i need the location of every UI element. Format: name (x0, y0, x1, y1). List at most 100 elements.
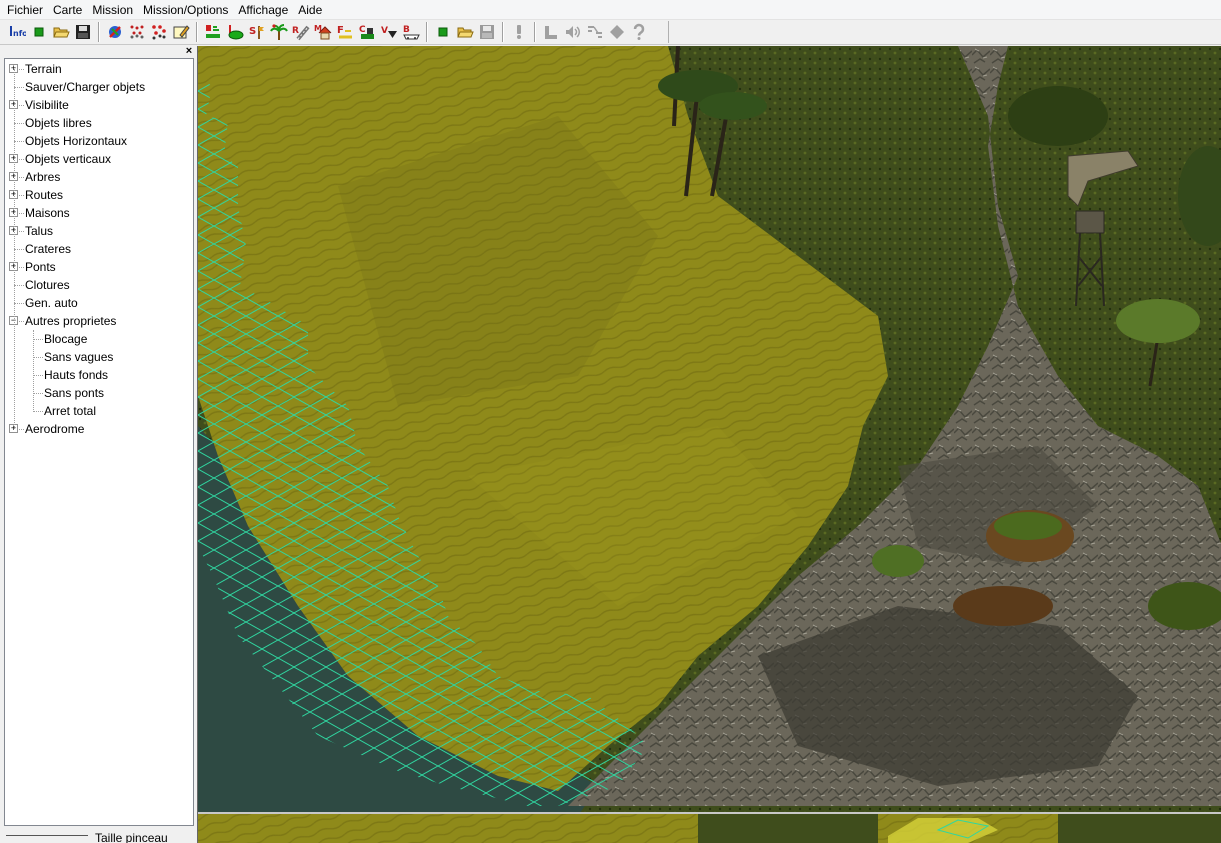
tool-6-button[interactable] (224, 21, 246, 43)
tree-item[interactable]: Objets libres (5, 114, 193, 132)
tree-item-label: Objets verticaux (25, 152, 112, 166)
tree-item[interactable]: + Ponts (5, 258, 193, 276)
map-canvas[interactable] (198, 46, 1221, 843)
map-tool-icon (109, 26, 121, 38)
menu-fichier[interactable]: Fichier (2, 0, 48, 20)
road-icon: R (292, 25, 310, 41)
tree-child-label: Sans ponts (44, 386, 105, 400)
dots-tool-icon (130, 25, 144, 39)
brush-size-slider[interactable] (6, 835, 88, 836)
floppy-disabled-icon (480, 25, 494, 39)
tool-tree: + Terrain Sauver/Charger objets + Visibilite… (4, 58, 194, 826)
tool-8-button[interactable] (268, 21, 290, 43)
tree-item[interactable]: + Aerodrome (5, 420, 193, 438)
tree-item-label: Talus (25, 224, 54, 238)
tree-item[interactable]: Gen. auto (5, 294, 193, 312)
menu-mission-options[interactable]: Mission/Options (138, 0, 233, 20)
tool-2-button[interactable] (126, 21, 148, 43)
tree-item-label: Objets Horizontaux (25, 134, 128, 148)
tool-7-button[interactable]: S (246, 21, 268, 43)
alert-button[interactable] (508, 21, 530, 43)
toolbar-separator (426, 22, 428, 42)
tree-child-label: Blocage (44, 332, 88, 346)
tree-root-line (14, 69, 15, 429)
svg-text:B: B (403, 25, 410, 35)
tree-item-label: Sauver/Charger objets (25, 80, 146, 94)
exclamation-disabled-icon (517, 25, 521, 39)
tree-item-label: Crateres (25, 242, 72, 256)
map-divider (198, 812, 1221, 814)
folder-open-icon (53, 27, 70, 38)
tool-3-button[interactable] (148, 21, 170, 43)
tool-4-button[interactable] (170, 21, 192, 43)
terrain-red-green-icon (206, 25, 220, 38)
tree-item[interactable]: + Talus (5, 222, 193, 240)
tree-item[interactable]: + Terrain (5, 60, 193, 78)
sound-button[interactable] (562, 21, 584, 43)
tool-11-button[interactable]: F (334, 21, 356, 43)
new-mission-button[interactable] (432, 21, 454, 43)
svg-text:V: V (381, 26, 388, 36)
tree-item[interactable]: + Maisons (5, 204, 193, 222)
path-button[interactable] (584, 21, 606, 43)
tool-10-button[interactable]: M (312, 21, 334, 43)
menu-affichage[interactable]: Affichage (233, 0, 293, 20)
help-button[interactable] (628, 21, 650, 43)
save-button[interactable] (72, 21, 94, 43)
tool-1-button[interactable] (104, 21, 126, 43)
diamond-button[interactable] (606, 21, 628, 43)
green-square-icon (438, 27, 448, 37)
info-button[interactable]: nfo (6, 21, 28, 43)
tree-connector (14, 285, 24, 286)
close-icon[interactable]: × (183, 46, 195, 58)
menu-bar: Fichier Carte Mission Mission/Options Af… (0, 0, 1221, 20)
menu-carte[interactable]: Carte (48, 0, 87, 20)
menu-mission[interactable]: Mission (87, 0, 138, 20)
tree-connector (14, 249, 24, 250)
svg-text:R: R (292, 26, 299, 36)
menu-aide[interactable]: Aide (293, 0, 327, 20)
tool-14-button[interactable]: B (400, 21, 422, 43)
svg-text:nfo: nfo (13, 29, 26, 38)
tree-branch-line (33, 330, 34, 412)
tool-9-button[interactable]: R (290, 21, 312, 43)
new-button[interactable] (28, 21, 50, 43)
soldier-disabled-icon (545, 26, 557, 39)
tool-12-button[interactable]: C (356, 21, 378, 43)
tree-item-label: Arbres (25, 170, 61, 184)
info-icon: nfo (10, 26, 26, 38)
tree-item-label: Autres proprietes (25, 314, 117, 328)
tree-item[interactable]: Crateres (5, 240, 193, 258)
tree-item-label: Aerodrome (25, 422, 85, 436)
map-view[interactable] (197, 46, 1221, 843)
folder-open-icon (457, 27, 474, 38)
tree-item-label: Visibilite (25, 98, 69, 112)
tree-item-label: Terrain (25, 62, 62, 76)
svg-text:F: F (337, 25, 344, 36)
house-icon: M (314, 24, 332, 40)
tree-item[interactable]: + Visibilite (5, 96, 193, 114)
brush-size-control[interactable]: Taille pinceau (0, 828, 197, 843)
tool-panel: × + Terrain Sauver/Charger objets + Visibili… (0, 46, 197, 843)
tool-5-button[interactable] (202, 21, 224, 43)
tree-item[interactable]: + Routes (5, 186, 193, 204)
save-mission-button[interactable] (476, 21, 498, 43)
tree-connector (14, 87, 24, 88)
tree-item-label: Clotures (25, 278, 70, 292)
red-dots-tool-icon (152, 25, 166, 40)
tree-item[interactable]: − Autres proprietes (5, 312, 193, 330)
tool-13-button[interactable]: V (378, 21, 400, 43)
tree-item[interactable]: Clotures (5, 276, 193, 294)
toolbar: nfo S R M F C V B (0, 20, 1221, 45)
unit-button[interactable] (540, 21, 562, 43)
vehicle-v-icon: V (381, 26, 397, 38)
tree-item[interactable]: Sauver/Charger objets (5, 78, 193, 96)
open-button[interactable] (50, 21, 72, 43)
tree-item[interactable]: + Arbres (5, 168, 193, 186)
path-disabled-icon (588, 26, 602, 38)
svg-text:S: S (249, 26, 256, 37)
open-mission-button[interactable] (454, 21, 476, 43)
tree-child-label: Sans vagues (44, 350, 114, 364)
tree-item[interactable]: Objets Horizontaux (5, 132, 193, 150)
tree-item[interactable]: + Objets verticaux (5, 150, 193, 168)
